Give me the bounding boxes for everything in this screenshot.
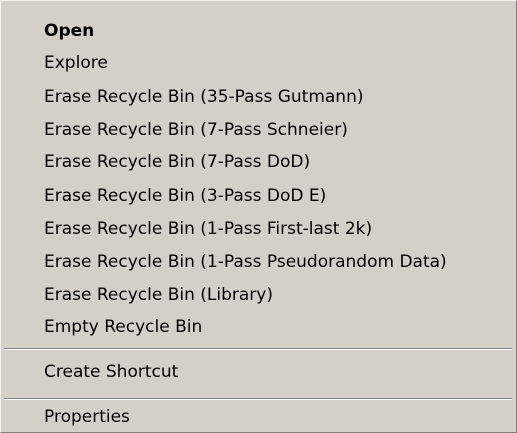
menu-separator <box>4 398 512 400</box>
menu-item-erase-1-pass-first-last-2k[interactable]: Erase Recycle Bin (1-Pass First-last 2k) <box>44 215 372 243</box>
menu-item-erase-35-pass-gutmann[interactable]: Erase Recycle Bin (35-Pass Gutmann) <box>44 83 363 111</box>
menu-item-empty-recycle-bin[interactable]: Empty Recycle Bin <box>44 313 202 341</box>
context-menu: Open Explore Erase Recycle Bin (35-Pass … <box>0 0 517 433</box>
menu-item-erase-library[interactable]: Erase Recycle Bin (Library) <box>44 281 273 309</box>
menu-item-properties[interactable]: Properties <box>44 403 130 431</box>
menu-item-erase-7-pass-dod[interactable]: Erase Recycle Bin (7-Pass DoD) <box>44 148 310 176</box>
menu-separator <box>4 348 512 350</box>
menu-item-erase-7-pass-schneier[interactable]: Erase Recycle Bin (7-Pass Schneier) <box>44 116 348 144</box>
menu-item-erase-3-pass-dod-e[interactable]: Erase Recycle Bin (3-Pass DoD E) <box>44 182 326 210</box>
menu-item-create-shortcut[interactable]: Create Shortcut <box>44 358 178 386</box>
menu-item-explore[interactable]: Explore <box>44 49 108 77</box>
menu-item-erase-1-pass-pseudorandom[interactable]: Erase Recycle Bin (1-Pass Pseudorandom D… <box>44 248 447 276</box>
menu-item-open[interactable]: Open <box>44 17 94 45</box>
